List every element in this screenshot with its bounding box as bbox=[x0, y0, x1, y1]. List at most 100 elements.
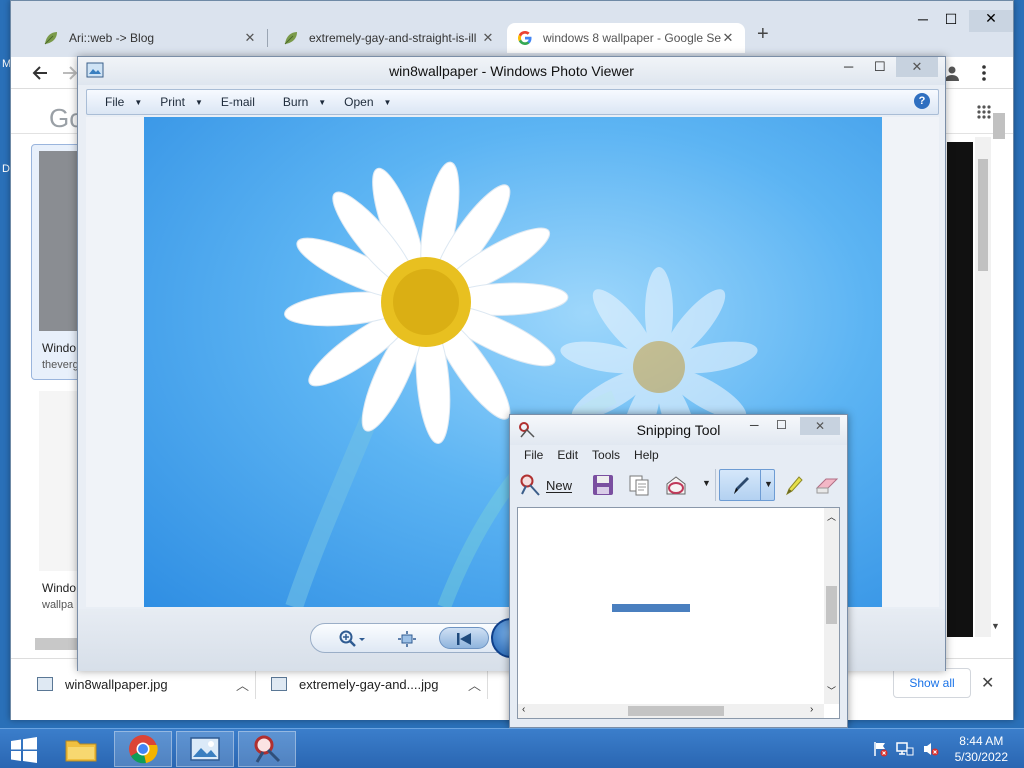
result-card[interactable]: Windo theverg bbox=[31, 144, 81, 380]
page-scrollbar-thumb[interactable] bbox=[993, 113, 1005, 139]
apps-grid-icon[interactable] bbox=[977, 105, 991, 119]
send-snip-icon[interactable] bbox=[664, 474, 688, 496]
close-button[interactable]: ✕ bbox=[896, 57, 938, 77]
divider bbox=[487, 671, 488, 699]
snipping-toolbar: New ▼ ▼ bbox=[516, 467, 843, 503]
tab-blog[interactable]: Ari::web -> Blog ✕ bbox=[33, 23, 267, 53]
download-item[interactable]: win8wallpaper.jpg ︿ bbox=[37, 671, 249, 697]
vertical-scrollbar[interactable] bbox=[975, 137, 991, 637]
volume-muted-icon[interactable] bbox=[922, 741, 940, 757]
snipping-tool-taskbar-button[interactable] bbox=[238, 731, 296, 767]
tab-image[interactable]: extremely-gay-and-straight-is-ill ✕ bbox=[273, 23, 505, 53]
menu-dots-icon[interactable] bbox=[977, 64, 991, 82]
new-tab-button[interactable]: + bbox=[757, 23, 769, 46]
highlighter-icon[interactable] bbox=[782, 473, 804, 497]
tab-google[interactable]: windows 8 wallpaper - Google Se ✕ bbox=[507, 23, 745, 53]
desktop: { "chrome": { "tabs": [ {"label": "Ari::… bbox=[0, 0, 1024, 768]
scroll-up-arrow[interactable]: ︿ bbox=[827, 510, 836, 523]
scrollbar-thumb[interactable] bbox=[628, 706, 724, 716]
view-controls bbox=[310, 618, 531, 658]
title-bar: Snipping Tool ─ ☐ ✕ bbox=[510, 415, 847, 445]
close-tab-icon[interactable]: ✕ bbox=[721, 30, 735, 46]
maximize-button[interactable]: ☐ bbox=[937, 11, 965, 31]
minimize-button[interactable]: ─ bbox=[750, 418, 759, 432]
show-all-button[interactable]: Show all bbox=[893, 668, 971, 698]
tab-label: Ari::web -> Blog bbox=[69, 31, 155, 45]
pen-button[interactable]: ▼ bbox=[719, 469, 775, 501]
new-snip-button[interactable]: New bbox=[518, 471, 572, 499]
result-title: Windo bbox=[42, 581, 77, 595]
scrollbar-thumb[interactable] bbox=[826, 586, 837, 624]
result-thumbnail bbox=[39, 151, 79, 331]
tab-divider bbox=[267, 29, 268, 47]
menu-tools[interactable]: Tools bbox=[592, 448, 620, 462]
menu-file[interactable]: File ▼ bbox=[105, 95, 142, 109]
close-button[interactable]: ✕ bbox=[800, 417, 840, 435]
scissors-icon bbox=[254, 735, 281, 763]
windows-start-icon[interactable] bbox=[10, 737, 38, 763]
folder-icon bbox=[65, 740, 97, 762]
close-button[interactable]: ✕ bbox=[969, 10, 1013, 32]
snip-canvas[interactable]: ︿ ﹀ ‹ › bbox=[517, 507, 840, 719]
scroll-left-arrow[interactable]: ‹ bbox=[522, 704, 525, 715]
zoom-icon[interactable] bbox=[339, 630, 365, 648]
menu-label: Print bbox=[160, 95, 185, 109]
scrollbar-thumb[interactable] bbox=[978, 159, 988, 271]
vertical-scrollbar[interactable]: ︿ ﹀ bbox=[824, 508, 839, 704]
horizontal-scrollbar[interactable]: ‹ › bbox=[518, 704, 824, 718]
chevron-up-icon[interactable]: ︿ bbox=[468, 675, 481, 694]
help-icon[interactable]: ? bbox=[914, 93, 930, 109]
menu-email[interactable]: E-mail bbox=[221, 95, 255, 109]
scroll-down-arrow[interactable]: ﹀ bbox=[827, 684, 836, 697]
dropdown-arrow-icon: ▼ bbox=[134, 97, 143, 107]
clock-time: 8:44 AM bbox=[959, 734, 1004, 748]
pen-stroke bbox=[612, 604, 690, 612]
file-explorer-button[interactable] bbox=[52, 731, 110, 767]
action-center-flag-icon[interactable] bbox=[872, 741, 888, 757]
network-icon[interactable] bbox=[896, 741, 914, 757]
close-download-bar-icon[interactable]: ✕ bbox=[981, 673, 994, 693]
previous-button[interactable] bbox=[439, 627, 489, 649]
result-thumbnail[interactable] bbox=[39, 391, 79, 571]
close-tab-icon[interactable]: ✕ bbox=[481, 30, 495, 46]
download-item[interactable]: extremely-gay-and....jpg ︿ bbox=[271, 671, 481, 697]
desktop-icon-label: D bbox=[2, 163, 10, 175]
eraser-icon[interactable] bbox=[814, 475, 840, 495]
maximize-button[interactable]: ☐ bbox=[874, 59, 886, 75]
leaf-icon bbox=[44, 32, 57, 45]
menu-file[interactable]: File bbox=[524, 448, 543, 462]
photo-viewer-menubar: File ▼ Print ▼ E-mail Burn ▼ Open ▼ ? bbox=[86, 89, 939, 115]
image-file-icon bbox=[37, 677, 53, 691]
menu-edit[interactable]: Edit bbox=[557, 448, 578, 462]
close-tab-icon[interactable]: ✕ bbox=[243, 30, 257, 46]
system-clock[interactable]: 8:44 AM 5/30/2022 bbox=[955, 733, 1008, 765]
chrome-taskbar-button[interactable] bbox=[114, 731, 172, 767]
snipping-tool-window: Snipping Tool ─ ☐ ✕ File Edit Tools Help… bbox=[509, 414, 848, 728]
maximize-button[interactable]: ☐ bbox=[776, 418, 787, 432]
window-title: win8wallpaper - Windows Photo Viewer bbox=[389, 63, 634, 79]
actual-size-icon[interactable] bbox=[397, 630, 417, 648]
scroll-right-arrow[interactable]: › bbox=[810, 704, 813, 715]
save-icon[interactable] bbox=[592, 474, 614, 496]
dropdown-arrow-icon: ▼ bbox=[194, 97, 203, 107]
back-icon[interactable] bbox=[31, 64, 49, 82]
menu-help[interactable]: Help bbox=[634, 448, 659, 462]
tab-label: extremely-gay-and-straight-is-ill bbox=[309, 31, 477, 45]
menu-burn[interactable]: Burn ▼ bbox=[283, 95, 326, 109]
result-title: Windo bbox=[42, 341, 77, 355]
dropdown-arrow-icon[interactable]: ▼ bbox=[702, 478, 711, 488]
menu-open[interactable]: Open ▼ bbox=[344, 95, 391, 109]
horizontal-scrollbar[interactable] bbox=[35, 638, 79, 650]
minimize-button[interactable]: ─ bbox=[844, 59, 853, 74]
chevron-up-icon[interactable]: ︿ bbox=[236, 675, 249, 694]
dropdown-arrow-icon[interactable]: ▼ bbox=[764, 479, 773, 489]
divider bbox=[255, 671, 256, 699]
photo-viewer-taskbar-button[interactable] bbox=[176, 731, 234, 767]
menu-print[interactable]: Print ▼ bbox=[160, 95, 203, 109]
tab-strip: Ari::web -> Blog ✕ extremely-gay-and-str… bbox=[11, 1, 1013, 57]
result-source: wallpa bbox=[42, 599, 74, 611]
previous-icon bbox=[457, 633, 471, 645]
copy-icon[interactable] bbox=[628, 474, 650, 496]
minimize-button[interactable]: ─ bbox=[909, 11, 937, 31]
scroll-down-arrow[interactable]: ▼ bbox=[991, 621, 1000, 631]
